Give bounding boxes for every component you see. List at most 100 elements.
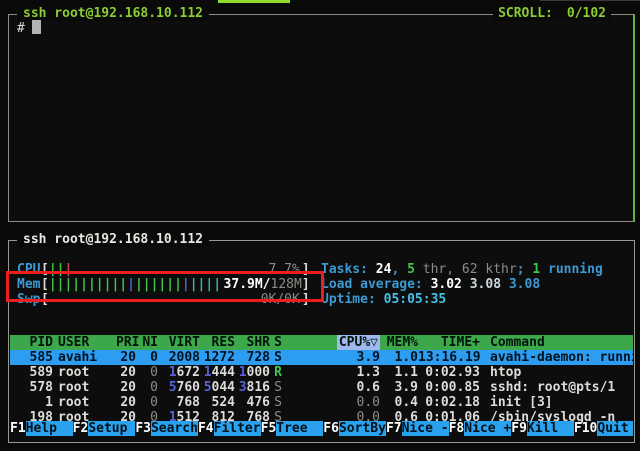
process-row[interactable]: 585 avahi 20 0 2008 1272 728 S 3.9 1.0 1… [10, 350, 633, 365]
column-header-command[interactable]: Command [490, 335, 633, 350]
cell-command: sshd: root@pts/1 [490, 380, 633, 395]
scroll-indicator: SCROLL:0/102 [493, 6, 611, 21]
cell-virt: 2008 [158, 350, 200, 365]
cell-user: root [58, 395, 116, 410]
process-row[interactable]: 1 root 20 0 768 524 476 S 0.0 0.4 0:02.1… [10, 395, 633, 410]
cell-res: 5044 [200, 380, 235, 395]
fkey-kill-button[interactable]: Kill [527, 421, 574, 436]
cell-shr: 1000 [235, 365, 270, 380]
cell-mem: 3.9 [380, 380, 418, 395]
column-header-pri[interactable]: PRI [116, 335, 136, 350]
fkey-f8[interactable]: F8 [449, 421, 465, 436]
cell-virt: 768 [158, 395, 200, 410]
fkey-search-button[interactable]: Search [151, 421, 198, 436]
cell-time: 0:02.18 [418, 395, 480, 410]
fkey-setup-button[interactable]: Setup [88, 421, 135, 436]
cell-state: S [270, 380, 282, 395]
cell-mem: 0.4 [380, 395, 418, 410]
cell-res: 1272 [200, 350, 235, 365]
cell-command: avahi-daemon: running [490, 350, 633, 365]
cell-shr: 728 [235, 350, 270, 365]
fkey-f3[interactable]: F3 [135, 421, 151, 436]
ssh-pane-top[interactable]: ssh root@192.168.10.112 SCROLL:0/102 # [8, 14, 635, 222]
fkey-f4[interactable]: F4 [198, 421, 214, 436]
column-header-time[interactable]: TIME+ [418, 335, 480, 350]
cell-time: 0:02.93 [418, 365, 480, 380]
cell-command: htop [490, 365, 633, 380]
column-header-mem[interactable]: MEM% [380, 335, 418, 350]
cell-user: root [58, 380, 116, 395]
uptime: Uptime: 05:05:35 [321, 292, 446, 307]
fkey-f7[interactable]: F7 [386, 421, 402, 436]
column-header-virt[interactable]: VIRT [158, 335, 200, 350]
fkey-sortby-button[interactable]: SortBy [339, 421, 386, 436]
cell-state: S [270, 350, 282, 365]
cell-user: root [58, 365, 116, 380]
cell-cpu: 0.6 [282, 380, 380, 395]
sort-descending-icon: ▽ [370, 335, 378, 350]
cell-virt: 1672 [158, 365, 200, 380]
cell-pid: 578 [18, 380, 53, 395]
cell-ni: 0 [136, 380, 158, 395]
cell-time: 13:16.19 [418, 350, 480, 365]
cell-state: S [270, 395, 282, 410]
cell-mem: 1.0 [380, 350, 418, 365]
cell-mem: 1.1 [380, 365, 418, 380]
cell-pri: 20 [116, 395, 136, 410]
fkey-quit-button[interactable]: Quit [597, 421, 633, 436]
top-accent-line [218, 0, 290, 3]
fkey-filter-button[interactable]: Filter [214, 421, 261, 436]
column-header-state[interactable]: S [270, 335, 282, 350]
cell-pri: 20 [116, 380, 136, 395]
cell-cpu: 3.9 [282, 350, 380, 365]
fkey-f1[interactable]: F1 [10, 421, 26, 436]
cell-pid: 589 [18, 365, 53, 380]
cell-pid: 1 [18, 395, 53, 410]
cell-shr: 476 [235, 395, 270, 410]
cell-time: 0:00.85 [418, 380, 480, 395]
column-header-user[interactable]: USER [58, 335, 116, 350]
process-table-header: PID USER PRI NI VIRT RES SHR S CPU%▽ MEM… [10, 335, 633, 350]
cell-user: avahi [58, 350, 116, 365]
tasks-summary: Tasks: 24, 5 thr, 62 kthr; 1 running [321, 262, 603, 277]
column-header-pid[interactable]: PID [18, 335, 53, 350]
screen-tabs: MainI/O [21, 321, 161, 336]
fkey-f5[interactable]: F5 [261, 421, 277, 436]
process-row[interactable]: 589 root 20 0 1672 1444 1000 R 1.3 1.1 0… [10, 365, 633, 380]
cell-cpu: 0.0 [282, 395, 380, 410]
fkey-f10[interactable]: F10 [574, 421, 597, 436]
fkey-tree-button[interactable]: Tree [276, 421, 323, 436]
fkey-f6[interactable]: F6 [323, 421, 339, 436]
cell-pid: 585 [18, 350, 53, 365]
fkey-f9[interactable]: F9 [511, 421, 527, 436]
cell-ni: 0 [136, 365, 158, 380]
function-key-bar: F1Help F2Setup F3Search F4Filter F5Tree … [10, 421, 633, 436]
cell-ni: 0 [136, 395, 158, 410]
cell-pri: 20 [116, 350, 136, 365]
cell-cpu: 1.3 [282, 365, 380, 380]
cell-pri: 20 [116, 365, 136, 380]
column-header-ni[interactable]: NI [136, 335, 158, 350]
fkey-f2[interactable]: F2 [73, 421, 89, 436]
top-edge-line [540, 0, 640, 1]
pane-title: ssh root@192.168.10.112 [17, 232, 209, 247]
load-average: Load average: 3.02 3.08 3.08 [321, 277, 540, 292]
cell-ni: 0 [136, 350, 158, 365]
column-header-shr[interactable]: SHR [235, 335, 270, 350]
terminal-cursor [32, 20, 41, 34]
cell-virt: 5760 [158, 380, 200, 395]
terminal-screen: ssh root@192.168.10.112 SCROLL:0/102 # s… [0, 0, 640, 451]
column-header-cpu[interactable]: CPU%▽ [282, 335, 380, 350]
annotation-highlight-box [6, 271, 324, 302]
cell-res: 524 [200, 395, 235, 410]
column-header-res[interactable]: RES [200, 335, 235, 350]
cell-command: init [3] [490, 395, 633, 410]
fkey-nice-plus-button[interactable]: Nice + [464, 421, 511, 436]
shell-prompt[interactable]: # [17, 20, 41, 36]
fkey-help-button[interactable]: Help [26, 421, 73, 436]
process-row[interactable]: 578 root 20 0 5760 5044 3816 S 0.6 3.9 0… [10, 380, 633, 395]
fkey-nice-minus-button[interactable]: Nice - [402, 421, 449, 436]
cell-res: 1444 [200, 365, 235, 380]
pane-title: ssh root@192.168.10.112 [17, 6, 209, 21]
cell-state: R [270, 365, 282, 380]
